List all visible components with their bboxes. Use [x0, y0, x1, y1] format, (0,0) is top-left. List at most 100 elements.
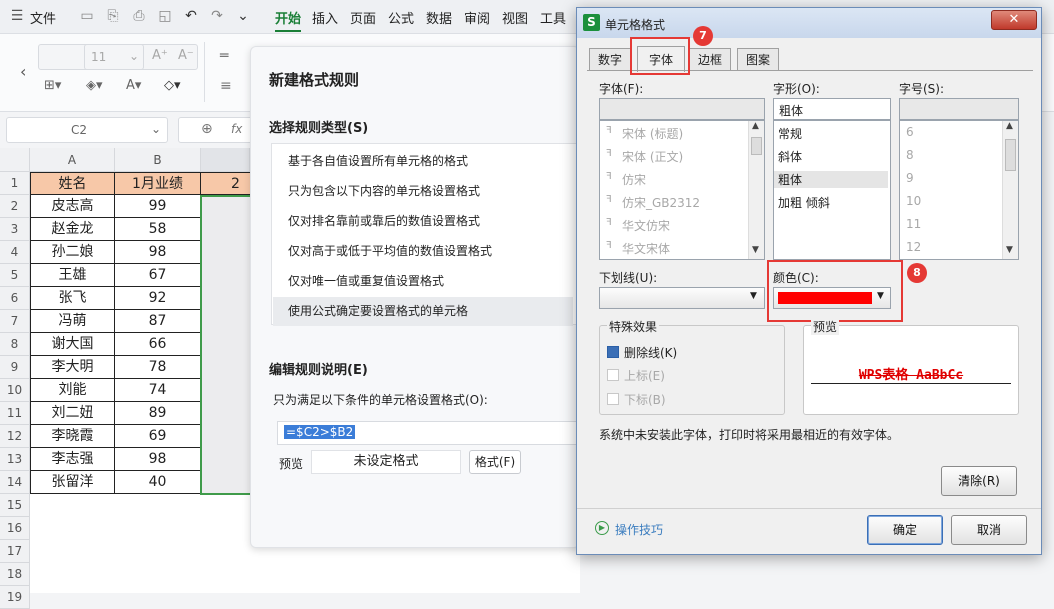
- table-cell[interactable]: 74: [115, 379, 201, 402]
- font-style-item[interactable]: 粗体: [774, 171, 888, 188]
- row-header[interactable]: 1: [0, 172, 30, 195]
- chevron-down-icon[interactable]: ⌄: [234, 7, 252, 25]
- column-header-c[interactable]: [201, 148, 250, 172]
- table-cell[interactable]: 赵金龙: [30, 218, 115, 241]
- font-size-item[interactable]: 6: [906, 125, 914, 139]
- tab-view[interactable]: 视图: [502, 8, 528, 27]
- row-header[interactable]: 10: [0, 379, 30, 402]
- table-cell[interactable]: 张留洋: [30, 471, 115, 494]
- font-size-item[interactable]: 9: [906, 171, 914, 185]
- cancel-button[interactable]: 取消: [951, 515, 1027, 545]
- tab-border[interactable]: 边框: [689, 48, 731, 70]
- table-cell[interactable]: 58: [115, 218, 201, 241]
- name-box[interactable]: C2 ⌄: [6, 117, 168, 143]
- scroll-thumb[interactable]: [1005, 139, 1016, 171]
- format-button[interactable]: 格式(F): [469, 450, 521, 474]
- table-cell[interactable]: 张飞: [30, 287, 115, 310]
- table-cell[interactable]: 刘二妞: [30, 402, 115, 425]
- font-size-item[interactable]: 12: [906, 240, 921, 254]
- save-icon[interactable]: ▭: [78, 7, 96, 25]
- table-cell[interactable]: 皮志高: [30, 195, 115, 218]
- tab-review[interactable]: 审阅: [464, 8, 490, 27]
- size-list-scrollbar[interactable]: ▲ ▼: [1002, 121, 1018, 259]
- font-size-list[interactable]: 6 8 9 10 11 12 ▲ ▼: [899, 120, 1019, 260]
- table-cell[interactable]: 98: [115, 241, 201, 264]
- header-cell[interactable]: 2月: [201, 172, 250, 214]
- table-cell[interactable]: 67: [115, 264, 201, 287]
- tab-data[interactable]: 数据: [426, 8, 452, 27]
- print-icon[interactable]: ⎙: [130, 7, 148, 25]
- zoom-icon[interactable]: ⊕: [201, 121, 213, 137]
- font-list[interactable]: 宋体 (标题) ꟻ 宋体 (正文) ꟻ 仿宋 ꟻ 仿宋_GB2312 ꟻ 华文仿宋 ꟻ 华文宋体 ꟻ …: [599, 120, 765, 260]
- preview-icon[interactable]: ◱: [156, 7, 174, 25]
- rule-type-item[interactable]: 仅对高于或低于平均值的数值设置格式: [273, 237, 573, 266]
- tab-number[interactable]: 数字: [589, 48, 631, 70]
- rule-type-item[interactable]: 只为包含以下内容的单元格设置格式: [273, 177, 573, 206]
- tab-tools[interactable]: 工具: [540, 8, 566, 27]
- scroll-up-icon[interactable]: ▲: [1006, 121, 1013, 131]
- clear-button[interactable]: 清除(R): [941, 466, 1017, 496]
- fill-color-icon[interactable]: ◈▾: [86, 78, 103, 93]
- table-cell[interactable]: 92: [115, 287, 201, 310]
- font-list-item[interactable]: 仿宋_GB2312: [622, 194, 700, 211]
- tab-home[interactable]: 开始: [275, 8, 302, 32]
- table-cell[interactable]: 李志强: [30, 448, 115, 471]
- align-top-icon[interactable]: ═: [220, 48, 228, 64]
- font-list-item[interactable]: 华文宋体: [622, 240, 670, 257]
- table-cell[interactable]: 89: [115, 402, 201, 425]
- ribbon-scroll-left-icon[interactable]: ‹: [20, 62, 26, 81]
- tab-formula[interactable]: 公式: [388, 8, 414, 27]
- font-size-input[interactable]: [899, 98, 1019, 120]
- rule-type-item-selected[interactable]: 使用公式确定要设置格式的单元格: [273, 297, 573, 326]
- undo-icon[interactable]: ↶: [182, 7, 200, 25]
- subscript-checkbox[interactable]: [607, 393, 619, 405]
- table-cell[interactable]: 78: [115, 356, 201, 379]
- table-cell[interactable]: 孙二娘: [30, 241, 115, 264]
- font-size-item[interactable]: 11: [906, 217, 921, 231]
- tab-insert[interactable]: 插入: [312, 8, 338, 27]
- row-header[interactable]: 16: [0, 517, 30, 540]
- table-cell[interactable]: 谢大国: [30, 333, 115, 356]
- chevron-down-icon[interactable]: ▼: [750, 291, 757, 301]
- row-header[interactable]: 12: [0, 425, 30, 448]
- export-icon[interactable]: ⎘: [104, 7, 122, 25]
- redo-icon[interactable]: ↷: [208, 7, 226, 25]
- strikethrough-label[interactable]: 删除线(K): [624, 344, 677, 361]
- row-header[interactable]: 18: [0, 563, 30, 586]
- scroll-thumb[interactable]: [751, 137, 762, 155]
- tab-page[interactable]: 页面: [350, 8, 376, 27]
- font-size-item[interactable]: 8: [906, 148, 914, 162]
- font-size-box[interactable]: 11 ⌄: [84, 44, 144, 70]
- table-cell[interactable]: 98: [115, 448, 201, 471]
- rule-type-item[interactable]: 仅对排名靠前或靠后的数值设置格式: [273, 207, 573, 236]
- column-header-a[interactable]: A: [30, 148, 115, 172]
- row-header[interactable]: 5: [0, 264, 30, 287]
- row-header[interactable]: 6: [0, 287, 30, 310]
- tips-link[interactable]: 操作技巧: [615, 521, 663, 538]
- row-header[interactable]: 3: [0, 218, 30, 241]
- row-header[interactable]: 13: [0, 448, 30, 471]
- formula-input[interactable]: =$C2>$B2: [277, 421, 581, 445]
- font-list-scrollbar[interactable]: ▲ ▼: [748, 121, 764, 259]
- play-icon[interactable]: ▶: [595, 521, 609, 535]
- rule-type-item[interactable]: 基于各自值设置所有单元格的格式: [273, 147, 573, 176]
- row-header[interactable]: 19: [0, 586, 30, 609]
- row-header[interactable]: 11: [0, 402, 30, 425]
- clear-format-icon[interactable]: ◇▾: [164, 78, 181, 93]
- header-cell[interactable]: 姓名: [30, 172, 115, 195]
- scroll-down-icon[interactable]: ▼: [1006, 245, 1013, 255]
- font-color-icon[interactable]: A▾: [126, 78, 141, 93]
- decrease-font-icon[interactable]: A⁻: [178, 48, 194, 63]
- row-header[interactable]: 7: [0, 310, 30, 333]
- menu-icon[interactable]: ☰: [8, 7, 26, 25]
- subscript-label[interactable]: 下标(B): [624, 391, 666, 408]
- row-header[interactable]: 8: [0, 333, 30, 356]
- align-left-icon[interactable]: ≡: [220, 78, 232, 94]
- rule-type-item[interactable]: 仅对唯一值或重复值设置格式: [273, 267, 573, 296]
- table-cell[interactable]: 王雄: [30, 264, 115, 287]
- font-list-item[interactable]: 宋体 (标题): [622, 125, 683, 142]
- table-cell[interactable]: 87: [115, 310, 201, 333]
- header-cell[interactable]: 1月业绩: [115, 172, 201, 195]
- name-box-dropdown-icon[interactable]: ⌄: [151, 122, 161, 136]
- table-cell[interactable]: 69: [115, 425, 201, 448]
